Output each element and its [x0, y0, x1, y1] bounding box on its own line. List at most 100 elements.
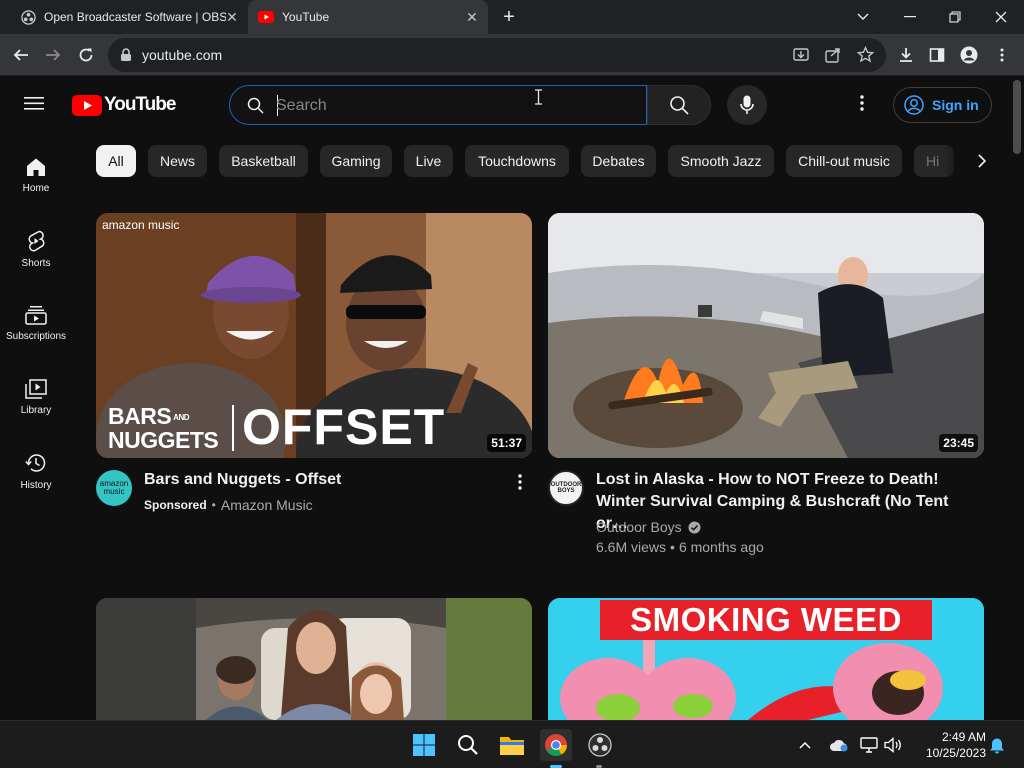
youtube-masthead: YouTube Sign in — [0, 77, 1010, 133]
video-more-icon[interactable] — [518, 474, 528, 492]
search-icon — [670, 96, 689, 115]
taskbar-clock[interactable]: 2:49 AM 10/25/2023 — [910, 729, 986, 761]
show-hidden-icons-chevron-icon[interactable] — [792, 729, 818, 761]
guide-item-subscriptions[interactable]: Subscriptions — [0, 291, 72, 355]
youtube-favicon-icon — [258, 9, 274, 25]
search-button[interactable] — [647, 85, 711, 125]
close-tab-icon[interactable]: ✕ — [224, 9, 240, 25]
video-thumbnail-smoking-weed[interactable]: SMOKING WEED — [548, 598, 984, 720]
clock-date: 10/25/2023 — [925, 746, 986, 760]
youtube-logo-icon — [72, 94, 102, 116]
bookmark-star-icon[interactable] — [856, 45, 875, 68]
chip-gaming[interactable]: Gaming — [320, 145, 392, 177]
onedrive-icon[interactable] — [826, 729, 852, 761]
settings-more-icon[interactable] — [860, 95, 870, 115]
subscriptions-icon — [25, 305, 47, 325]
tab-title: Open Broadcaster Software | OBS — [44, 10, 226, 24]
meta-dot: • — [211, 498, 216, 512]
tab-obs[interactable]: Open Broadcaster Software | OBS ✕ — [0, 0, 248, 34]
video-thumbnail-lost-in-alaska[interactable]: 23:45 — [548, 213, 984, 458]
network-icon[interactable] — [856, 729, 882, 761]
profile-icon[interactable] — [958, 44, 980, 66]
guide-label: Subscriptions — [5, 330, 67, 342]
windows-taskbar: 2:49 AM 10/25/2023 — [0, 720, 1024, 768]
windows-start-icon[interactable] — [408, 729, 440, 761]
search-input[interactable] — [276, 95, 606, 117]
channel-avatar-outdoor-boys[interactable]: OUTDOOR BOYS — [548, 470, 584, 506]
sign-in-label: Sign in — [932, 97, 979, 113]
obs-taskbar-icon[interactable] — [584, 729, 616, 761]
duration-badge: 23:45 — [939, 434, 978, 452]
chip-chill-out-music[interactable]: Chill-out music — [786, 145, 902, 177]
share-icon[interactable] — [825, 47, 841, 68]
video-thumbnail-bars-nuggets[interactable]: amazon music BARS AND NUGGETS OFFSET 51:3… — [96, 213, 532, 458]
minimize-icon[interactable] — [898, 5, 922, 29]
guide-label: Home — [22, 182, 50, 194]
tab-youtube[interactable]: YouTube ✕ — [248, 0, 488, 34]
chip-smooth-jazz[interactable]: Smooth Jazz — [668, 145, 774, 177]
video-thumbnail-car[interactable] — [96, 598, 532, 720]
thumb-text-bars: BARS AND NUGGETS — [108, 403, 219, 453]
browser-tab-strip: Open Broadcaster Software | OBS ✕ YouTub… — [0, 0, 1024, 34]
side-panel-icon[interactable] — [926, 44, 948, 66]
channel-name[interactable]: Amazon Music — [221, 497, 313, 513]
guide-item-shorts[interactable]: Shorts — [0, 217, 72, 281]
duration-badge: 51:37 — [487, 434, 526, 452]
channel-name[interactable]: Outdoor Boys — [596, 519, 682, 535]
youtube-logo-text: YouTube — [104, 94, 176, 115]
volume-icon[interactable] — [880, 729, 906, 761]
file-explorer-icon[interactable] — [496, 729, 528, 761]
lock-icon — [120, 48, 132, 67]
new-tab-button[interactable]: + — [498, 7, 520, 29]
chip-news[interactable]: News — [148, 145, 207, 177]
chip-touchdowns[interactable]: Touchdowns — [465, 145, 569, 177]
address-bar[interactable]: youtube.com — [108, 38, 886, 72]
downloads-icon[interactable] — [895, 44, 917, 66]
guide-item-home[interactable]: Home — [0, 143, 72, 207]
channel-avatar-amazon-music[interactable]: amazon music — [96, 470, 132, 506]
chip-debates[interactable]: Debates — [581, 145, 656, 177]
hamburger-menu-icon[interactable] — [24, 95, 48, 115]
forward-arrow-icon[interactable] — [42, 44, 64, 66]
library-icon — [25, 378, 47, 399]
upload-age: 6 months ago — [678, 539, 764, 555]
tab-search-icon[interactable] — [851, 5, 875, 29]
voice-search-button[interactable] — [727, 85, 767, 125]
thumb-text-offset: OFFSET — [242, 399, 446, 455]
chip-live[interactable]: Live — [404, 145, 453, 177]
guide-item-history[interactable]: History — [0, 439, 72, 503]
page-scrollbar-thumb[interactable] — [1013, 80, 1021, 154]
guide-label: Library — [20, 404, 52, 416]
restore-icon[interactable] — [943, 5, 967, 29]
thumb-brand-text: amazon music — [102, 218, 180, 232]
browser-toolbar: youtube.com — [0, 34, 1024, 76]
sign-in-button[interactable]: Sign in — [893, 87, 992, 123]
mouse-ibeam-cursor — [534, 89, 543, 110]
reload-icon[interactable] — [75, 44, 97, 66]
user-circle-icon — [904, 95, 924, 115]
video-stats: 6.6M views • 6 months ago — [596, 539, 764, 555]
page-scrollbar[interactable] — [1010, 77, 1024, 720]
notification-bell-icon[interactable] — [986, 729, 1008, 761]
close-tab-icon[interactable]: ✕ — [464, 9, 480, 25]
guide-item-library[interactable]: Library — [0, 365, 72, 429]
guide-label: History — [20, 479, 52, 491]
video-meta-row: Sponsored • Amazon Music — [144, 497, 313, 513]
url-text: youtube.com — [142, 47, 223, 63]
taskbar-search-icon[interactable] — [452, 729, 484, 761]
chip-all[interactable]: All — [96, 145, 136, 177]
video-title[interactable]: Bars and Nuggets - Offset — [144, 469, 504, 491]
chip-basketball[interactable]: Basketball — [219, 145, 308, 177]
close-window-icon[interactable] — [989, 5, 1013, 29]
install-app-icon[interactable] — [793, 47, 809, 68]
chrome-taskbar-icon[interactable] — [540, 729, 572, 761]
thumbnail-artwork — [96, 598, 532, 720]
chrome-menu-icon[interactable] — [991, 44, 1013, 66]
clock-time: 2:49 AM — [941, 730, 986, 744]
search-box[interactable] — [229, 85, 647, 125]
tab-title: YouTube — [282, 10, 330, 24]
chips-next-button[interactable] — [944, 141, 1010, 181]
back-arrow-icon[interactable] — [10, 44, 32, 66]
youtube-logo[interactable]: YouTube — [72, 94, 176, 116]
guide-label: Shorts — [21, 257, 51, 269]
